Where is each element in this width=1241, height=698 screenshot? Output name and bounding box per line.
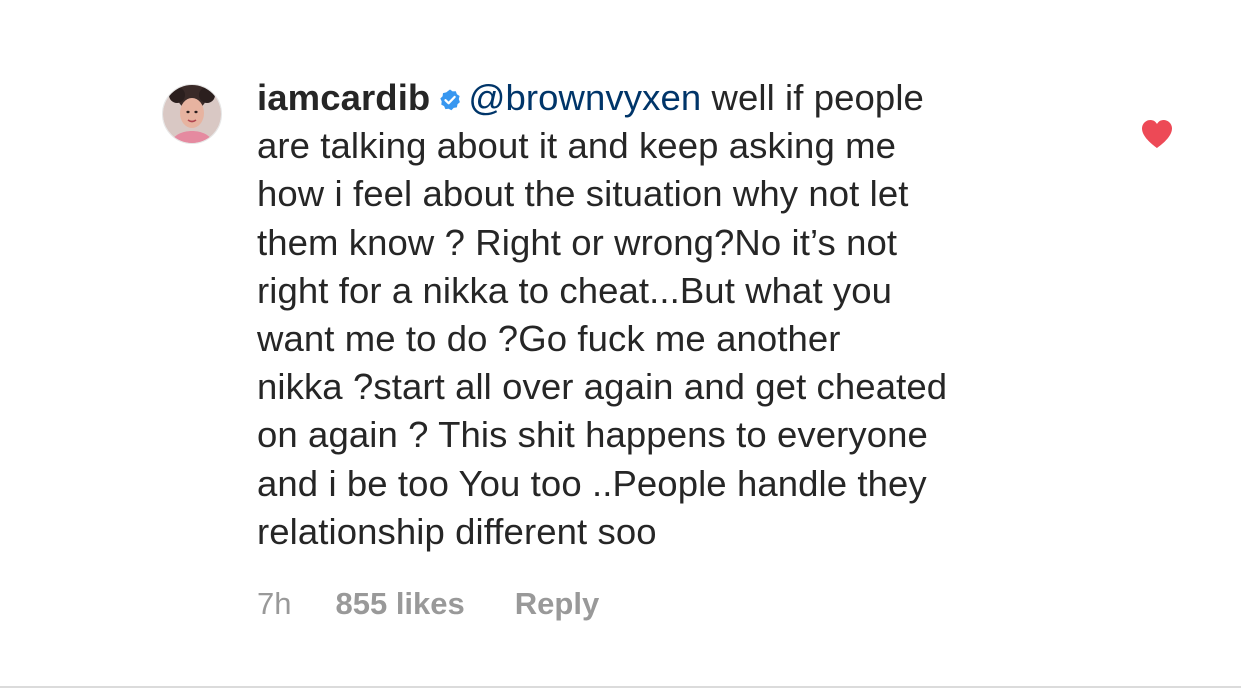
mention-link[interactable]: @brownvyxen — [468, 77, 701, 118]
comment-line-8: on again ? This shit happens to everyone — [257, 414, 928, 456]
avatar[interactable] — [162, 84, 222, 144]
comment-line-10: relationship different soo — [257, 510, 657, 552]
comment-line-5: right for a nikka to cheat...But what yo… — [257, 269, 893, 311]
reply-button[interactable]: Reply — [515, 584, 599, 624]
comment-line-6: want me to do ?Go fuck me another — [257, 318, 841, 360]
comment-meta: 7h 855 likes Reply — [257, 584, 599, 624]
avatar-image — [163, 85, 221, 143]
username[interactable]: iamcardib — [257, 77, 430, 118]
likes-count[interactable]: 855 likes — [335, 584, 464, 624]
comment-line-4: them know ? Right or wrong?No it’s not — [257, 221, 898, 263]
divider — [0, 686, 1241, 688]
timestamp[interactable]: 7h — [257, 584, 291, 624]
comment-line-1: iamcardib @brownvyxen well if people — [257, 74, 1117, 122]
comment-line-9: and i be too You too ..People handle the… — [257, 462, 927, 504]
verified-badge-icon — [440, 89, 461, 111]
comment-text-segment: well if people — [701, 77, 924, 118]
comment: iamcardib @brownvyxen well if people are … — [0, 0, 1241, 688]
comment-line-2: are talking about it and keep asking me — [257, 125, 896, 167]
heart-icon[interactable] — [1140, 118, 1174, 150]
comment-text: iamcardib @brownvyxen well if people are … — [257, 74, 1117, 556]
comment-line-7: nikka ?start all over again and get chea… — [257, 366, 948, 408]
comment-line-3: how i feel about the situation why not l… — [257, 173, 909, 215]
